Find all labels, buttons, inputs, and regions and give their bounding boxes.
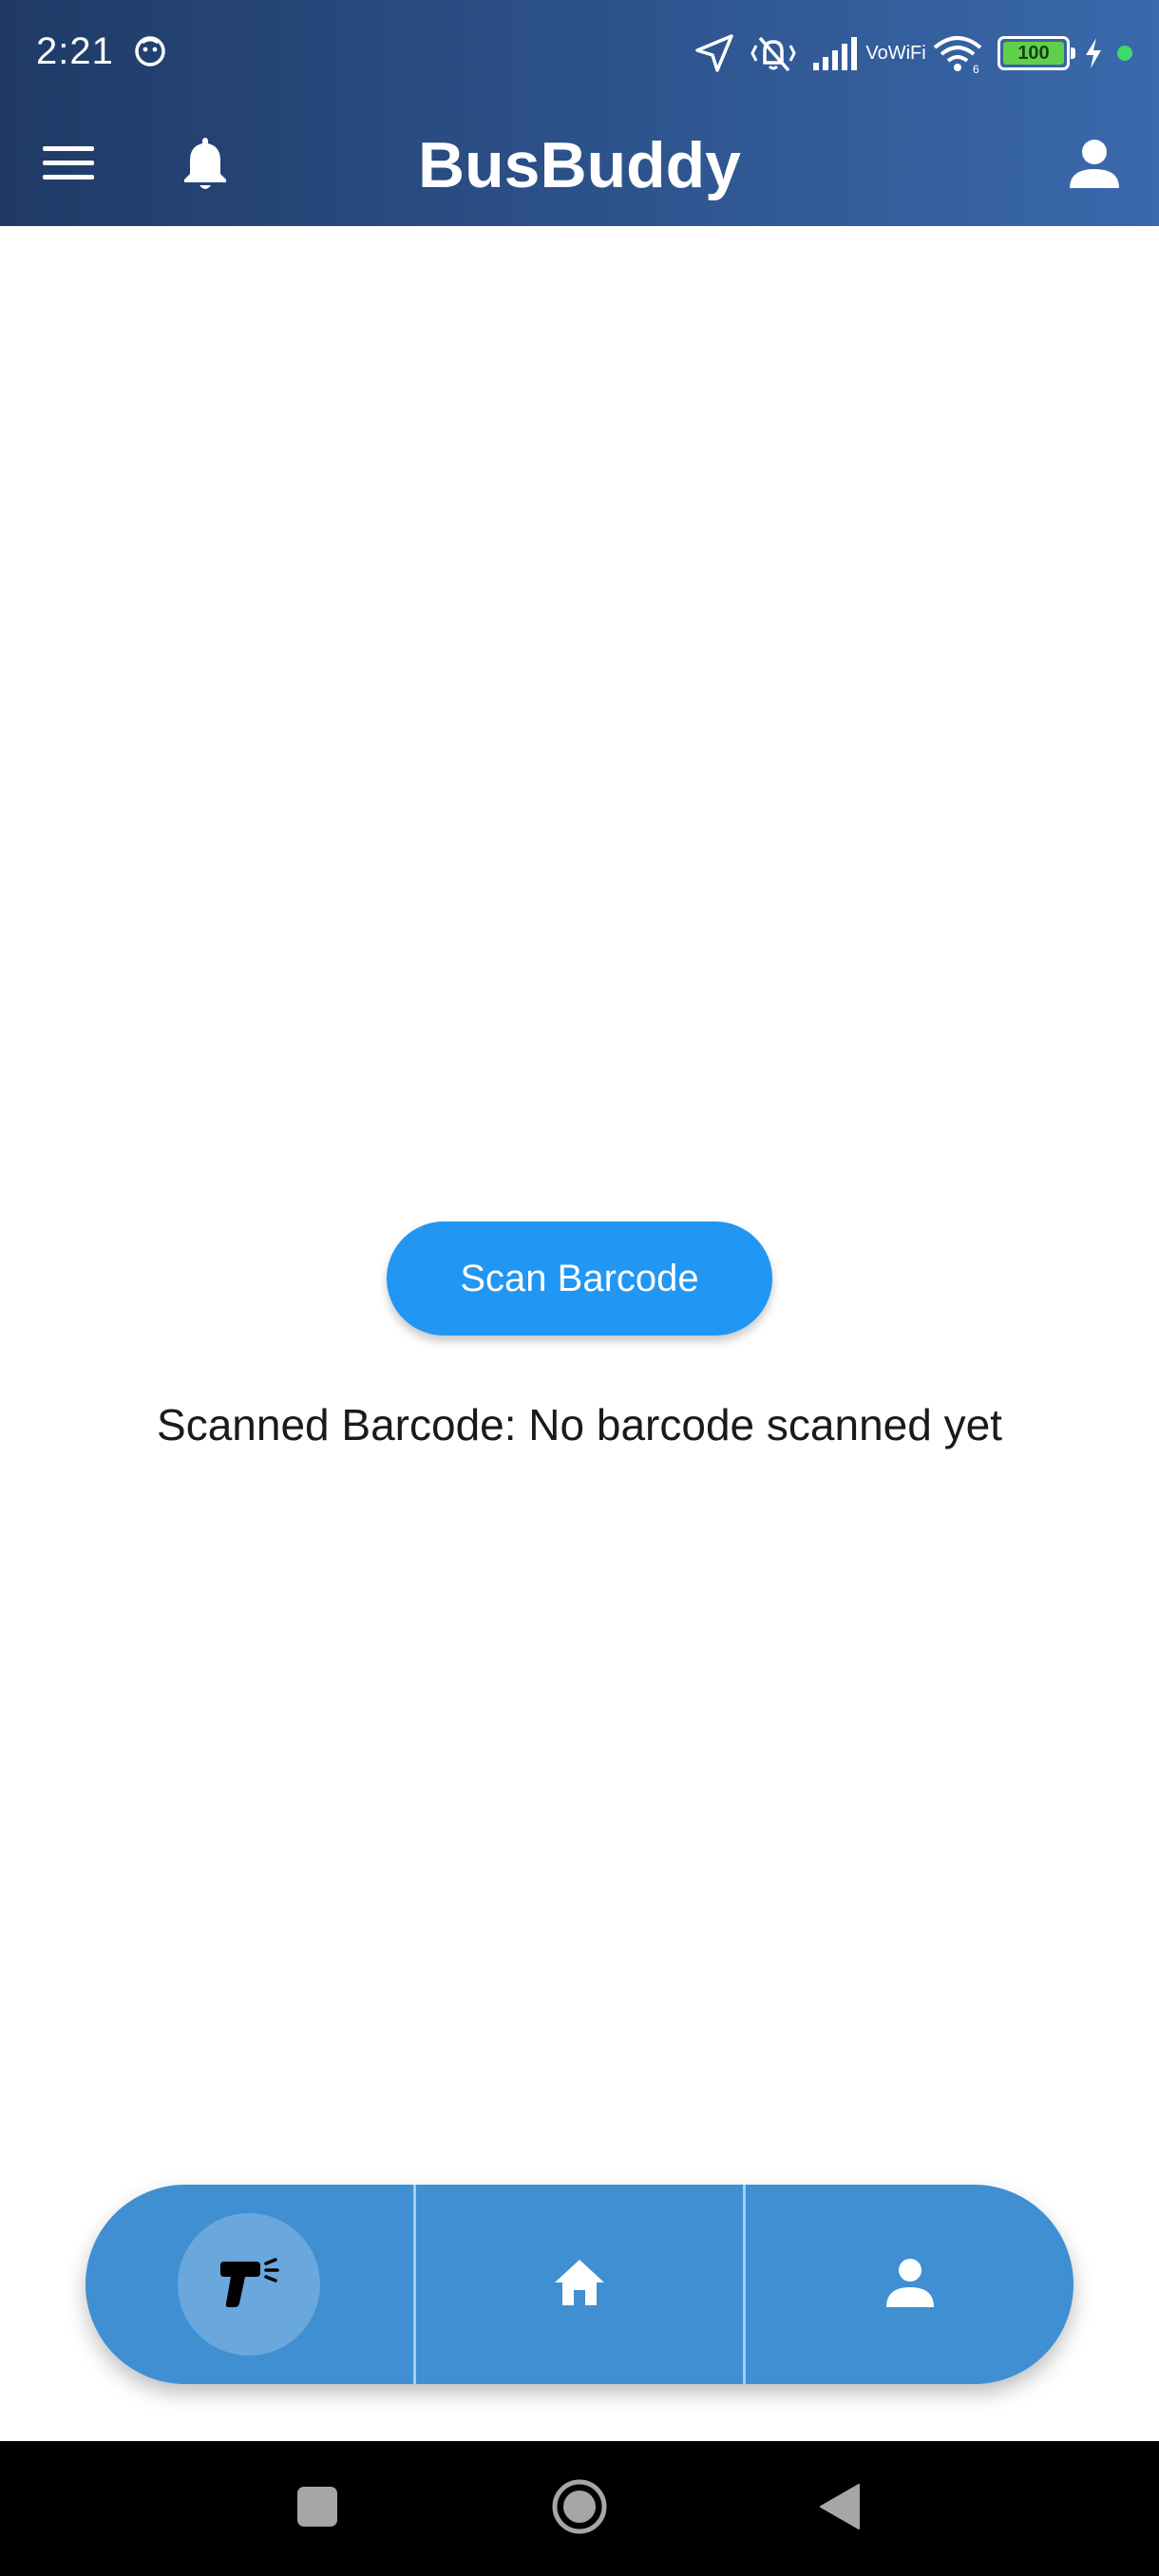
active-indicator bbox=[178, 2213, 321, 2356]
vibrate-silent-icon bbox=[749, 32, 798, 74]
location-arrow-icon bbox=[694, 32, 735, 74]
sim-status-icon bbox=[133, 34, 167, 68]
battery-icon: 100 bbox=[998, 36, 1075, 70]
person-icon bbox=[1068, 137, 1121, 195]
system-navigation-bar bbox=[0, 2441, 1159, 2576]
bell-icon bbox=[180, 134, 230, 198]
app-bar: BusBuddy bbox=[0, 106, 1159, 226]
notifications-button[interactable] bbox=[171, 129, 239, 201]
profile-button[interactable] bbox=[1058, 129, 1130, 201]
status-bar: 2:21 Vo WiFi 6 100 bbox=[0, 0, 1159, 106]
app-screen: 2:21 Vo WiFi 6 100 BusBuddy Scan Barcode… bbox=[0, 0, 1159, 2576]
person-icon bbox=[884, 2256, 936, 2314]
charging-bolt-icon bbox=[1083, 36, 1104, 70]
recents-icon bbox=[295, 2485, 339, 2533]
system-home-button[interactable] bbox=[522, 2441, 636, 2576]
back-button[interactable] bbox=[783, 2441, 897, 2576]
scan-barcode-button[interactable]: Scan Barcode bbox=[387, 1222, 772, 1335]
battery-tip bbox=[1071, 47, 1075, 59]
bottom-navigation bbox=[86, 2185, 1074, 2384]
nav-item-home[interactable] bbox=[412, 2185, 744, 2384]
scanned-barcode-text: Scanned Barcode: No barcode scanned yet bbox=[157, 1400, 1002, 1449]
status-icons: Vo WiFi 6 100 bbox=[694, 25, 1132, 82]
signal-bars-icon bbox=[811, 34, 861, 72]
nav-item-profile[interactable] bbox=[743, 2185, 1074, 2384]
header: 2:21 Vo WiFi 6 100 BusBuddy bbox=[0, 0, 1159, 226]
menu-button[interactable] bbox=[34, 131, 103, 199]
menu-icon bbox=[41, 142, 96, 189]
vowifi-top-label: Vo bbox=[865, 43, 888, 64]
svg-text:6: 6 bbox=[973, 63, 979, 74]
barcode-scanner-icon bbox=[218, 2252, 280, 2318]
active-dot-icon bbox=[1117, 46, 1132, 61]
home-circle-icon bbox=[550, 2477, 609, 2541]
vowifi-bottom-label: WiFi bbox=[887, 43, 926, 64]
nav-item-scanner[interactable] bbox=[86, 2185, 413, 2384]
home-icon bbox=[551, 2256, 608, 2314]
status-time: 2:21 bbox=[36, 30, 114, 72]
vowifi-icon: Vo WiFi bbox=[865, 44, 925, 63]
recents-button[interactable] bbox=[260, 2441, 374, 2576]
battery-level: 100 bbox=[1003, 42, 1064, 65]
back-triangle-icon bbox=[817, 2481, 863, 2537]
wifi-icon: 6 bbox=[931, 32, 984, 74]
